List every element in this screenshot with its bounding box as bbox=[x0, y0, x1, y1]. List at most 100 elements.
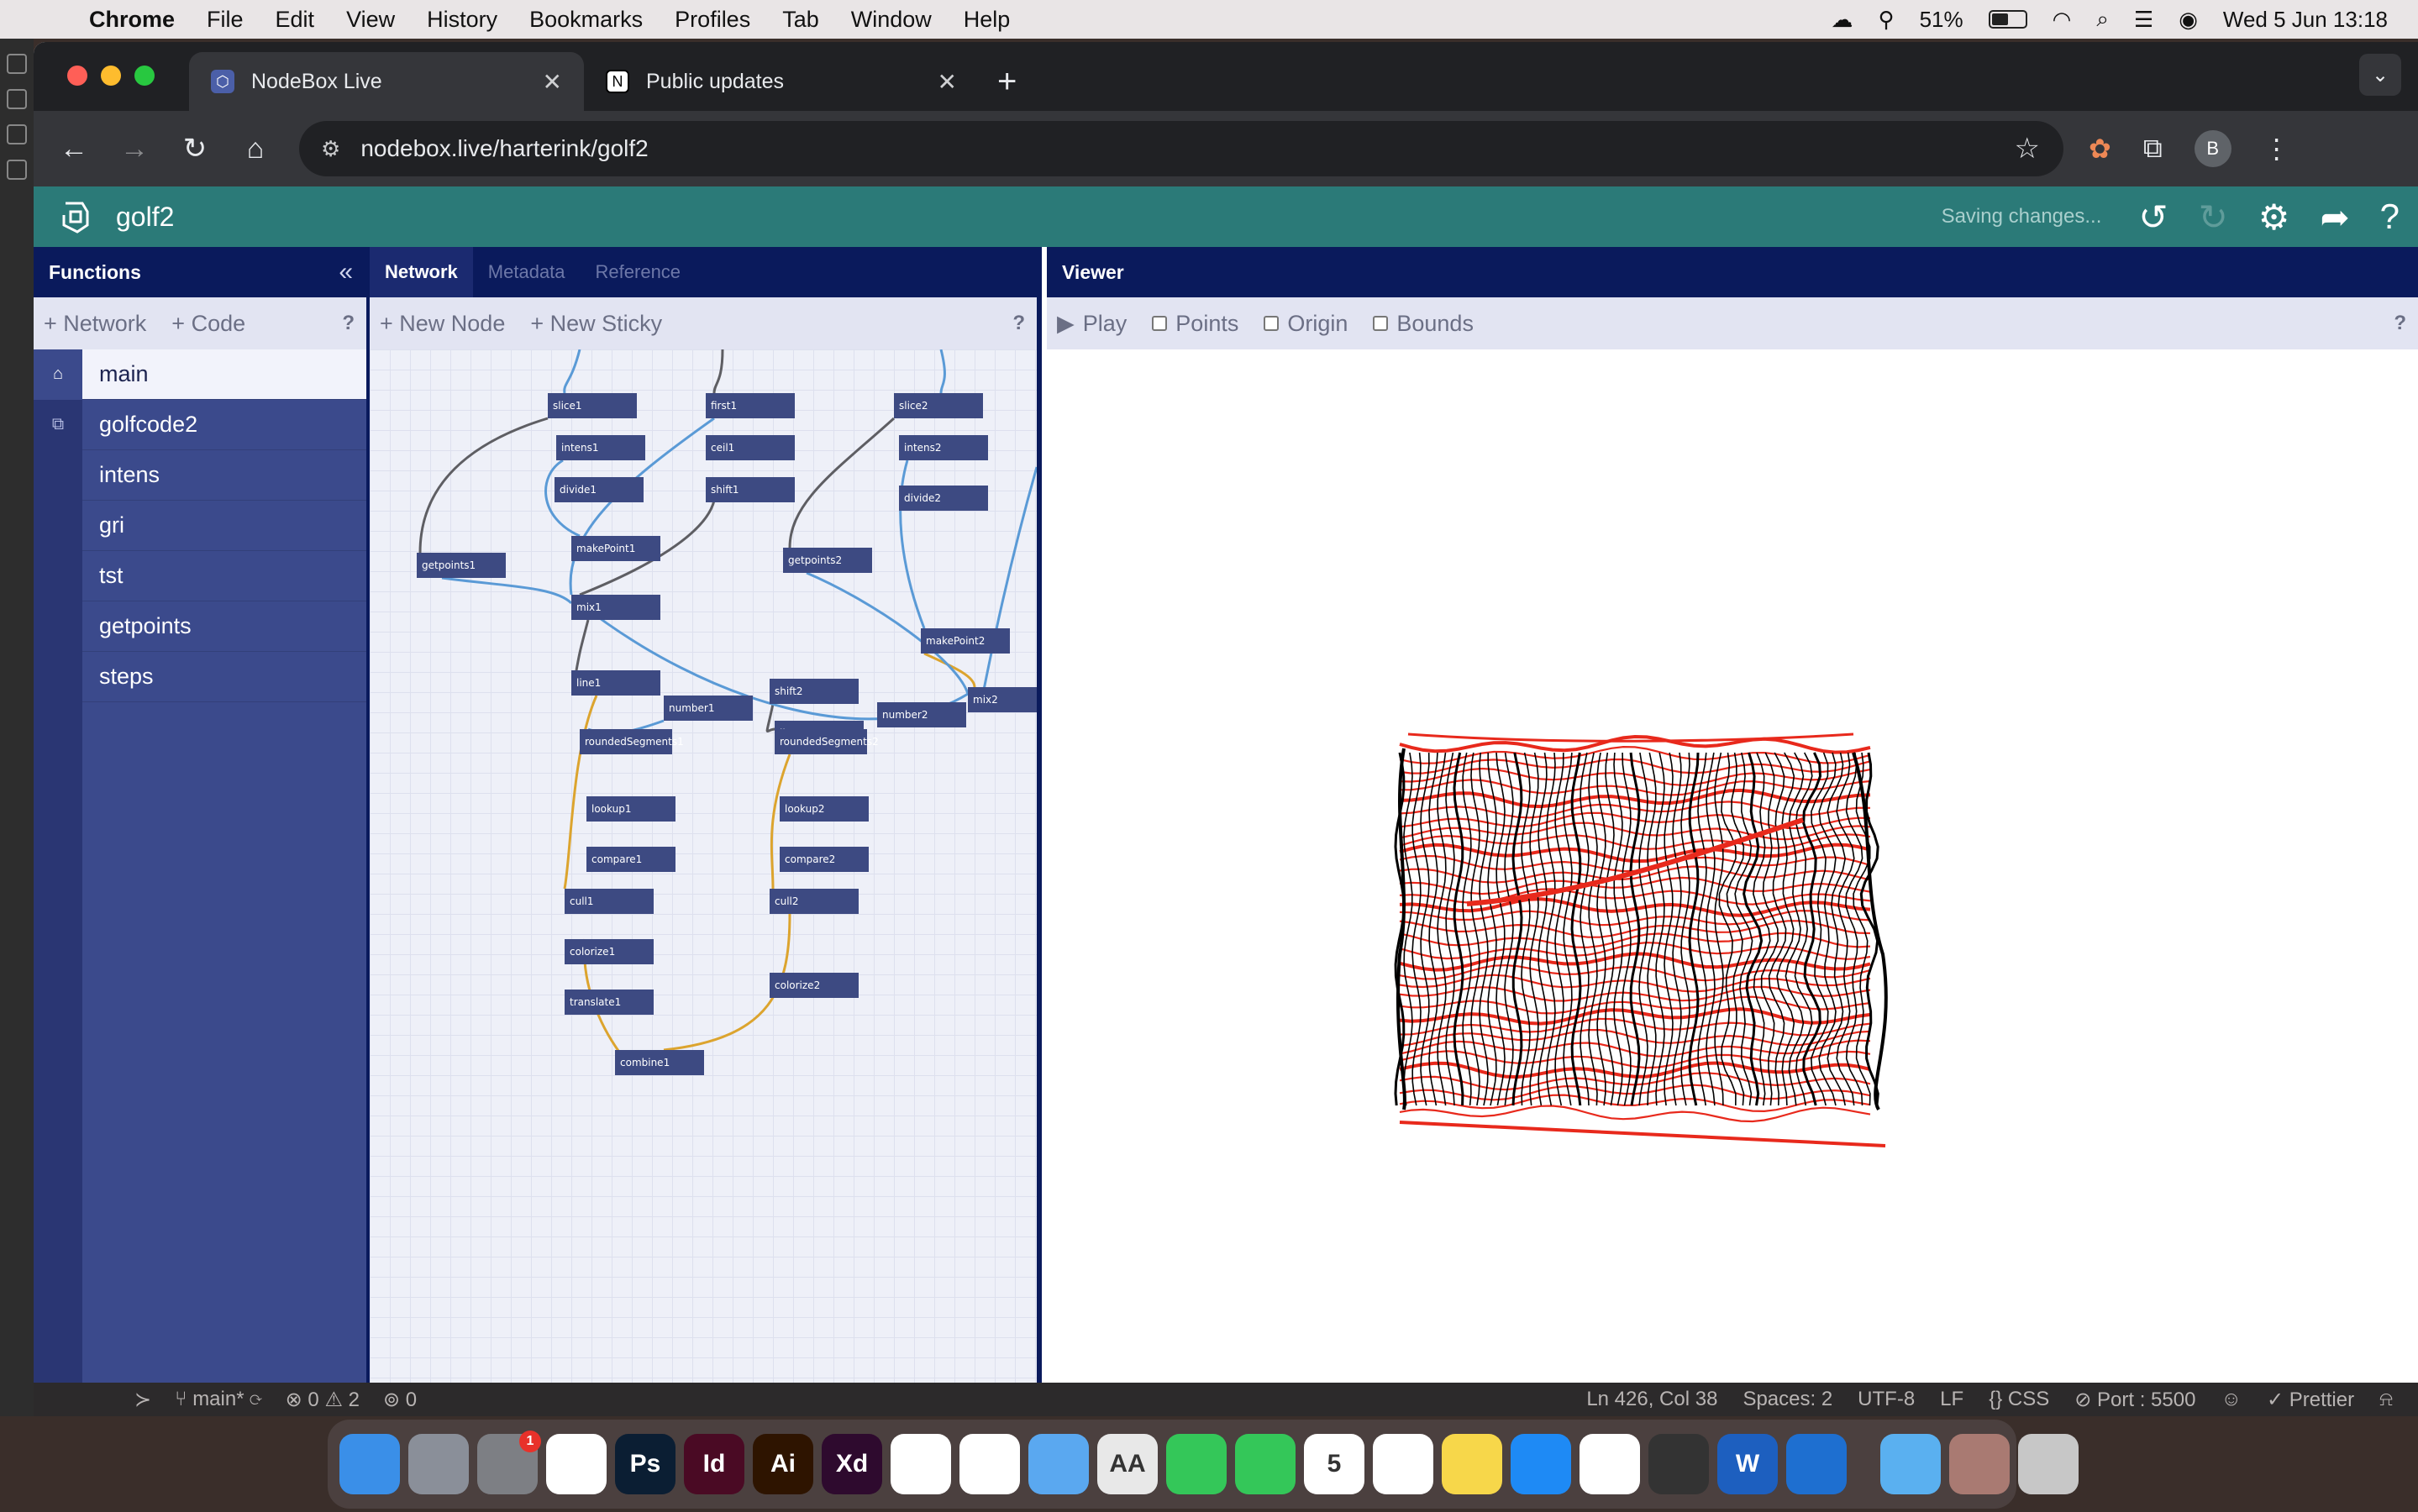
undo-icon[interactable]: ↺ bbox=[2138, 197, 2168, 238]
bookmark-star-icon[interactable]: ☆ bbox=[2015, 132, 2040, 165]
network-node-roundedSegments1[interactable]: roundedSegments1 bbox=[580, 729, 684, 754]
function-item-getpoints[interactable]: getpoints bbox=[34, 601, 366, 652]
live-server-port[interactable]: ⊘ Port : 5500 bbox=[2074, 1388, 2195, 1412]
close-window-button[interactable] bbox=[67, 66, 87, 86]
menu-bookmarks[interactable]: Bookmarks bbox=[529, 7, 643, 33]
viewer-help-icon[interactable]: ? bbox=[2394, 312, 2406, 335]
share-arrow-icon[interactable]: ➦ bbox=[2320, 197, 2349, 238]
color-extension-icon[interactable]: ✿ bbox=[2089, 133, 2111, 165]
network-node-line1[interactable]: line1 bbox=[571, 670, 660, 696]
system-settings-icon[interactable]: 1 bbox=[477, 1431, 541, 1494]
applications-folder-icon[interactable] bbox=[1880, 1434, 1941, 1494]
chrome-menu-icon[interactable]: ⋮ bbox=[2263, 133, 2290, 165]
points-checkbox[interactable]: Points bbox=[1152, 311, 1238, 337]
checkbox-box[interactable] bbox=[1152, 316, 1168, 331]
help-icon[interactable]: ? bbox=[2380, 197, 2400, 237]
menu-profiles[interactable]: Profiles bbox=[675, 7, 750, 33]
network-node-shift1[interactable]: shift1 bbox=[706, 477, 795, 502]
zoom-window-button[interactable] bbox=[134, 66, 155, 86]
close-tab-icon[interactable]: ✕ bbox=[938, 68, 957, 96]
spotlight-search-icon[interactable]: ⌕ bbox=[2096, 6, 2109, 33]
network-node-divide1[interactable]: divide1 bbox=[555, 477, 644, 502]
tab-reference[interactable]: Reference bbox=[581, 247, 696, 297]
network-node-makePoint2[interactable]: makePoint2 bbox=[921, 628, 1010, 654]
menu-history[interactable]: History bbox=[427, 7, 497, 33]
network-node-roundedSegments2[interactable]: roundedSegments2 bbox=[775, 729, 879, 754]
network-node-lookup2[interactable]: lookup2 bbox=[780, 796, 869, 822]
remote-icon[interactable]: ≻ bbox=[134, 1388, 151, 1412]
messages-icon[interactable] bbox=[1235, 1434, 1296, 1494]
menubar-clock[interactable]: Wed 5 Jun 13:18 bbox=[2223, 7, 2388, 33]
network-node-lookup1[interactable]: lookup1 bbox=[586, 796, 675, 822]
network-node-makePoint1[interactable]: makePoint1 bbox=[571, 536, 660, 561]
network-node-ceil1[interactable]: ceil1 bbox=[706, 435, 795, 460]
function-item-golfcode2[interactable]: ⧉ golfcode2 bbox=[34, 399, 366, 450]
menu-app-name[interactable]: Chrome bbox=[89, 7, 175, 33]
launchpad-icon[interactable] bbox=[408, 1434, 469, 1494]
new-node-button[interactable]: + New Node bbox=[380, 311, 505, 337]
new-tab-button[interactable]: + bbox=[997, 52, 1017, 111]
network-canvas[interactable]: slice1 intens1 divide1 makePoint1 getpoints1… bbox=[370, 349, 1037, 1383]
document-title[interactable]: golf2 bbox=[116, 202, 174, 233]
network-node-cull2[interactable]: cull2 bbox=[770, 889, 859, 914]
bounds-checkbox[interactable]: Bounds bbox=[1373, 311, 1474, 337]
network-node-number2[interactable]: number2 bbox=[877, 702, 966, 727]
network-node-getpoints2[interactable]: getpoints2 bbox=[783, 548, 872, 573]
minimize-window-button[interactable] bbox=[101, 66, 121, 86]
tab-public-updates[interactable]: N Public updates ✕ bbox=[584, 52, 979, 111]
indentation[interactable]: Spaces: 2 bbox=[1743, 1388, 1832, 1412]
font-book-icon[interactable]: AA bbox=[1097, 1434, 1158, 1494]
tab-search-button[interactable]: ⌄ bbox=[2359, 54, 2401, 96]
settings-gear-icon[interactable]: ⚙ bbox=[2258, 197, 2290, 238]
extensions-icon[interactable]: ⧉ bbox=[2143, 133, 2163, 165]
function-item-tst[interactable]: tst bbox=[34, 550, 366, 601]
home-button[interactable]: ⌂ bbox=[232, 133, 279, 165]
tab-metadata[interactable]: Metadata bbox=[473, 247, 581, 297]
collapse-panel-icon[interactable]: « bbox=[339, 258, 353, 286]
control-icon[interactable]: ⚲ bbox=[1879, 7, 1895, 33]
network-node-first1[interactable]: first1 bbox=[706, 393, 795, 418]
network-node-intens1[interactable]: intens1 bbox=[556, 435, 645, 460]
tab-nodebox-live[interactable]: ⬡ NodeBox Live ✕ bbox=[189, 52, 584, 111]
photos-icon[interactable] bbox=[1580, 1434, 1640, 1494]
close-tab-icon[interactable]: ✕ bbox=[543, 68, 562, 96]
language-mode[interactable]: {} CSS bbox=[1989, 1388, 2049, 1412]
network-node-combine1[interactable]: combine1 bbox=[615, 1050, 704, 1075]
network-node-compare1[interactable]: compare1 bbox=[586, 847, 675, 872]
network-node-divide2[interactable]: divide2 bbox=[899, 486, 988, 511]
siri-icon[interactable]: ◉ bbox=[2179, 7, 2198, 33]
forward-button[interactable]: → bbox=[111, 133, 158, 165]
network-node-compare2[interactable]: compare2 bbox=[780, 847, 869, 872]
ports-indicator[interactable]: ⊚ 0 bbox=[383, 1388, 417, 1412]
network-node-intens2[interactable]: intens2 bbox=[899, 435, 988, 460]
problems-indicator[interactable]: ⊗ 0 ⚠ 2 bbox=[286, 1388, 360, 1412]
menu-tab[interactable]: Tab bbox=[782, 7, 819, 33]
origin-checkbox[interactable]: Origin bbox=[1264, 311, 1348, 337]
network-node-translate1[interactable]: translate1 bbox=[565, 990, 654, 1015]
redo-icon[interactable]: ↻ bbox=[2199, 197, 2228, 238]
copilot-icon[interactable]: ☺ bbox=[2221, 1388, 2242, 1412]
menu-view[interactable]: View bbox=[346, 7, 395, 33]
calendar-icon[interactable]: 5 bbox=[1304, 1434, 1364, 1494]
control-center-icon[interactable]: ☰ bbox=[2134, 7, 2153, 33]
viewer-canvas[interactable] bbox=[1047, 349, 2418, 1383]
prettier-status[interactable]: ✓ Prettier bbox=[2267, 1388, 2354, 1412]
wifi-icon[interactable]: ◠ bbox=[2053, 7, 2072, 33]
network-node-slice1[interactable]: slice1 bbox=[548, 393, 637, 418]
image-stack-icon[interactable] bbox=[1949, 1434, 2010, 1494]
nodebox-logo-icon[interactable] bbox=[54, 197, 94, 237]
tab-network[interactable]: Network bbox=[370, 247, 473, 297]
xd-icon[interactable]: Xd bbox=[822, 1434, 882, 1494]
address-bar[interactable]: ⚙ nodebox.live/harterink/golf2 ☆ bbox=[299, 121, 2063, 176]
end-of-line[interactable]: LF bbox=[1940, 1388, 1963, 1412]
network-help-icon[interactable]: ? bbox=[1012, 312, 1025, 335]
checkbox-box[interactable] bbox=[1264, 316, 1280, 331]
network-node-getpoints1[interactable]: getpoints1 bbox=[417, 553, 506, 578]
network-node-mix1[interactable]: mix1 bbox=[571, 595, 660, 620]
git-branch[interactable]: ⑂ main* ⟳ bbox=[175, 1388, 262, 1412]
menu-file[interactable]: File bbox=[207, 7, 244, 33]
network-node-mix2[interactable]: mix2 bbox=[968, 687, 1037, 712]
play-button[interactable]: ▶ Play bbox=[1057, 311, 1127, 337]
reload-button[interactable]: ↻ bbox=[171, 132, 218, 165]
illustrator-icon[interactable]: Ai bbox=[753, 1434, 813, 1494]
